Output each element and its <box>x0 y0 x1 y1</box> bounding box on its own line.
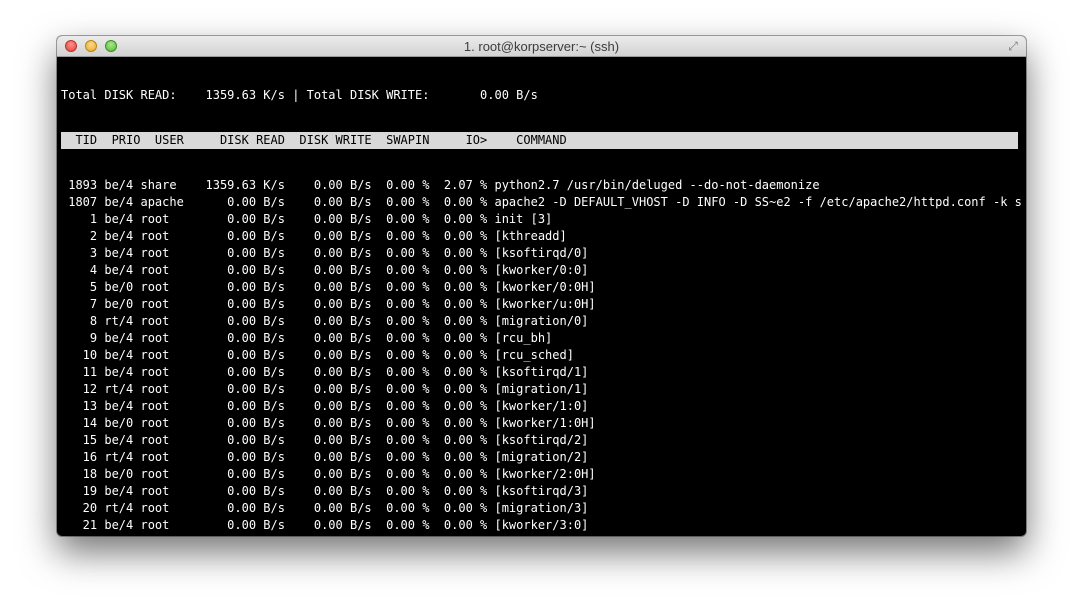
process-row: 4 be/4 root 0.00 B/s 0.00 B/s 0.00 % 0.0… <box>61 263 589 277</box>
process-row: 8 rt/4 root 0.00 B/s 0.00 B/s 0.00 % 0.0… <box>61 314 589 328</box>
process-row: 14 be/0 root 0.00 B/s 0.00 B/s 0.00 % 0.… <box>61 416 596 430</box>
process-row: 19 be/4 root 0.00 B/s 0.00 B/s 0.00 % 0.… <box>61 484 589 498</box>
terminal-window[interactable]: 1. root@korpserver:~ (ssh) ⤢ Total DISK … <box>57 36 1026 536</box>
process-row: 21 be/4 root 0.00 B/s 0.00 B/s 0.00 % 0.… <box>61 518 589 532</box>
disk-totals-line: Total DISK READ: 1359.63 K/s | Total DIS… <box>61 88 538 102</box>
process-row: 9 be/4 root 0.00 B/s 0.00 B/s 0.00 % 0.0… <box>61 331 553 345</box>
process-list: 1893 be/4 share 1359.63 K/s 0.00 B/s 0.0… <box>61 177 1022 536</box>
process-row: 5 be/0 root 0.00 B/s 0.00 B/s 0.00 % 0.0… <box>61 280 596 294</box>
terminal-content[interactable]: Total DISK READ: 1359.63 K/s | Total DIS… <box>61 59 1022 536</box>
process-row: 7 be/0 root 0.00 B/s 0.00 B/s 0.00 % 0.0… <box>61 297 596 311</box>
process-row: 1893 be/4 share 1359.63 K/s 0.00 B/s 0.0… <box>61 178 820 192</box>
title-bar[interactable]: 1. root@korpserver:~ (ssh) ⤢ <box>57 36 1026 57</box>
process-row: 3 be/4 root 0.00 B/s 0.00 B/s 0.00 % 0.0… <box>61 246 589 260</box>
process-row: 2 be/4 root 0.00 B/s 0.00 B/s 0.00 % 0.0… <box>61 229 567 243</box>
process-row: 1 be/4 root 0.00 B/s 0.00 B/s 0.00 % 0.0… <box>61 212 553 226</box>
process-row: 13 be/4 root 0.00 B/s 0.00 B/s 0.00 % 0.… <box>61 399 589 413</box>
process-row: 12 rt/4 root 0.00 B/s 0.00 B/s 0.00 % 0.… <box>61 382 589 396</box>
window-title: 1. root@korpserver:~ (ssh) <box>463 39 620 54</box>
process-row: 10 be/4 root 0.00 B/s 0.00 B/s 0.00 % 0.… <box>61 348 574 362</box>
process-row: 18 be/0 root 0.00 B/s 0.00 B/s 0.00 % 0.… <box>61 467 596 481</box>
column-header-row: TID PRIO USER DISK READ DISK WRITE SWAPI… <box>61 132 1018 149</box>
process-row: 22 be/0 root 0.00 B/s 0.00 B/s 0.00 % 0.… <box>61 534 1022 536</box>
process-row: 16 rt/4 root 0.00 B/s 0.00 B/s 0.00 % 0.… <box>61 450 589 464</box>
process-row: 11 be/4 root 0.00 B/s 0.00 B/s 0.00 % 0.… <box>61 365 589 379</box>
process-row: 15 be/4 root 0.00 B/s 0.00 B/s 0.00 % 0.… <box>61 433 589 447</box>
process-row: 1807 be/4 apache 0.00 B/s 0.00 B/s 0.00 … <box>61 195 1022 209</box>
fullscreen-arrows-icon[interactable]: ⤢ <box>1006 39 1020 53</box>
process-row: 20 rt/4 root 0.00 B/s 0.00 B/s 0.00 % 0.… <box>61 501 589 515</box>
